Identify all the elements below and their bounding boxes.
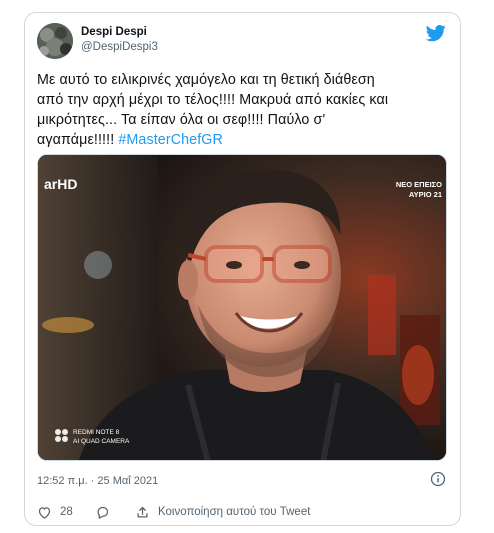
tweet-text-line: από την αρχή μέχρι το τέλος!!!! Μακρυά α… — [37, 92, 389, 108]
info-icon[interactable] — [430, 471, 446, 487]
promo-text-line2: ΑΥΡΙΟ 21 — [409, 190, 442, 199]
tweet-text-line: αγαπάμε!!!!! #MasterChefGR — [37, 130, 449, 150]
share-label: Κοινοποίηση αυτού του Tweet — [158, 506, 311, 518]
author-names[interactable]: Despi Despi @DespiDespi3 — [81, 25, 158, 55]
reply-button[interactable] — [95, 503, 110, 521]
watermark-line2: AI QUAD CAMERA — [73, 438, 130, 445]
tweet-actions: 28 Κοινοποίηση αυτού του Tweet — [37, 503, 448, 521]
like-button[interactable]: 28 — [37, 503, 73, 521]
watermark-line1: REDMI NOTE 8 — [73, 429, 120, 436]
tweet-media-photo[interactable]: arHD ΝΕΟ ΕΠΕΙΣΟ ΑΥΡΙΟ 21 REDMI NOTE 8 AI… — [37, 154, 447, 461]
promo-text-line1: ΝΕΟ ΕΠΕΙΣΟ — [396, 180, 442, 189]
author-display-name[interactable]: Despi Despi — [81, 25, 158, 40]
tweet-timestamp[interactable]: 12:52 π.μ. · 25 Μαΐ 2021 — [37, 475, 158, 487]
hashtag-link[interactable]: #MasterChefGR — [118, 132, 223, 148]
tweet-text: Με αυτό το ειλικρινές χαμόγελο και τη θε… — [37, 70, 449, 150]
author-handle[interactable]: @DespiDespi3 — [81, 40, 158, 55]
tweet-text-line: Με αυτό το ειλικρινές χαμόγελο και τη θε… — [37, 72, 375, 88]
like-count: 28 — [60, 506, 73, 518]
tweet-text-line: μικρότητες... Τα είπαν όλα οι σεφ!!!! Πα… — [37, 112, 326, 128]
tweet-header: Despi Despi @DespiDespi3 — [37, 23, 448, 67]
reply-bubble-icon — [95, 505, 110, 520]
tweet-card[interactable]: Despi Despi @DespiDespi3 Με αυτό το ειλι… — [24, 12, 461, 526]
heart-icon — [37, 505, 52, 520]
photo-scene: arHD ΝΕΟ ΕΠΕΙΣΟ ΑΥΡΙΟ 21 REDMI NOTE 8 AI… — [38, 155, 446, 460]
avatar[interactable] — [37, 23, 73, 59]
twitter-bird-icon[interactable] — [426, 23, 446, 43]
channel-logo: arHD — [44, 176, 77, 192]
tweet-text-segment: αγαπάμε!!!!! — [37, 132, 119, 148]
share-upload-icon — [135, 505, 150, 520]
share-button[interactable]: Κοινοποίηση αυτού του Tweet — [135, 503, 310, 521]
